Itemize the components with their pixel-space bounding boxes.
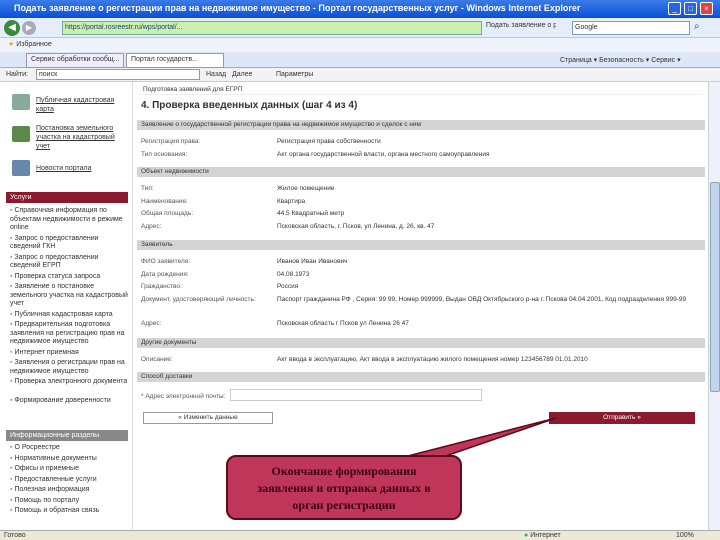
status-text: Готово: [4, 532, 26, 539]
callout-line-2: заявления и отправка данных в: [257, 481, 431, 495]
zone-label: Интернет: [530, 532, 561, 539]
status-bar: Готово ● Интернет 100%: [0, 530, 720, 540]
callout-annotation: Окончание формирования заявления и отпра…: [226, 455, 462, 520]
callout-line-3: орган регистрации: [292, 498, 396, 512]
callout-line-1: Окончание формирования: [271, 464, 417, 478]
zoom-level[interactable]: 100%: [676, 532, 694, 539]
globe-icon: ●: [524, 532, 529, 539]
internet-zone: ● Интернет: [524, 532, 561, 539]
